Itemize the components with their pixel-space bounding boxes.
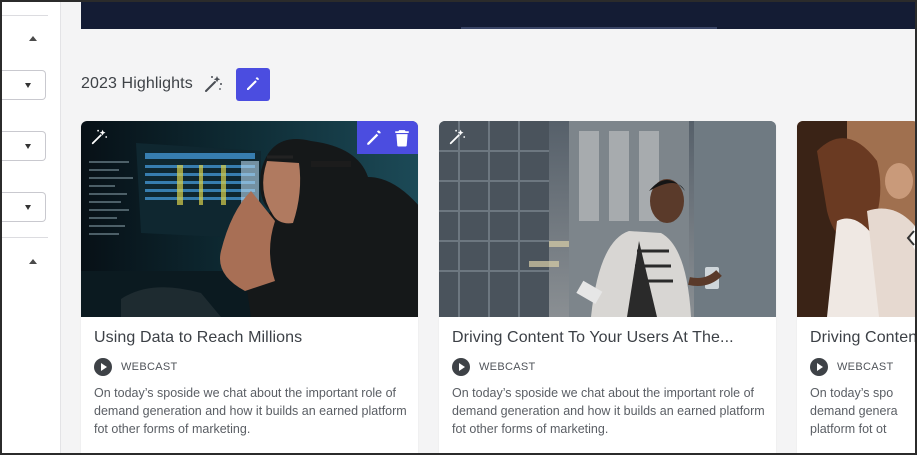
card-description: On today’s spo demand genera platform fo… (810, 386, 898, 436)
divider (2, 15, 48, 16)
magic-wand-icon[interactable] (448, 128, 466, 146)
play-circle-icon (452, 358, 470, 376)
woman-with-phone-image (439, 121, 776, 317)
card-type-label: WEBCAST (837, 361, 894, 373)
filter-select-3[interactable] (2, 192, 46, 222)
caret-down-icon (25, 205, 31, 210)
card-title[interactable]: Driving Conten (810, 329, 915, 347)
trash-icon[interactable] (394, 129, 410, 147)
edit-section-button[interactable] (236, 68, 270, 101)
play-circle-icon (94, 358, 112, 376)
pencil-icon (247, 77, 259, 90)
magic-wand-icon[interactable] (203, 74, 223, 94)
card-thumbnail[interactable] (797, 121, 917, 317)
content-card[interactable]: Using Data to Reach Millions WEBCAST On … (81, 121, 418, 453)
caret-down-icon (25, 83, 31, 88)
collapse-caret-icon[interactable] (29, 36, 37, 41)
carousel-next-button[interactable] (899, 221, 917, 255)
card-description: On today’s sposide we chat about the imp… (452, 386, 765, 436)
card-type-label: WEBCAST (479, 361, 536, 373)
pencil-icon[interactable] (365, 129, 383, 147)
play-circle-icon (810, 358, 828, 376)
section-title: 2023 Highlights (81, 75, 193, 92)
card-title[interactable]: Using Data to Reach Millions (94, 329, 302, 347)
app-window: 2023 Highlights Using Data to Reach Mill… (0, 0, 917, 455)
banner-underline (461, 27, 717, 29)
card-type-label: WEBCAST (121, 361, 178, 373)
people-with-phone-image (797, 121, 915, 317)
content-card[interactable]: Driving Content To Your Users At The... … (439, 121, 776, 453)
filter-select-2[interactable] (2, 131, 46, 161)
content-card[interactable]: Driving Conten WEBCAST On today’s spo de… (797, 121, 917, 453)
collapse-caret-icon[interactable] (29, 259, 37, 264)
magic-wand-icon[interactable] (90, 128, 108, 146)
caret-down-icon (25, 144, 31, 149)
card-actions (357, 121, 418, 154)
card-thumbnail[interactable] (81, 121, 418, 317)
filter-sidebar (2, 2, 61, 453)
card-thumbnail[interactable] (439, 121, 776, 317)
divider (2, 237, 48, 238)
filter-select-1[interactable] (2, 70, 46, 100)
hero-banner (81, 2, 915, 29)
card-description: On today’s sposide we chat about the imp… (94, 386, 407, 436)
card-title[interactable]: Driving Content To Your Users At The... (452, 329, 734, 347)
